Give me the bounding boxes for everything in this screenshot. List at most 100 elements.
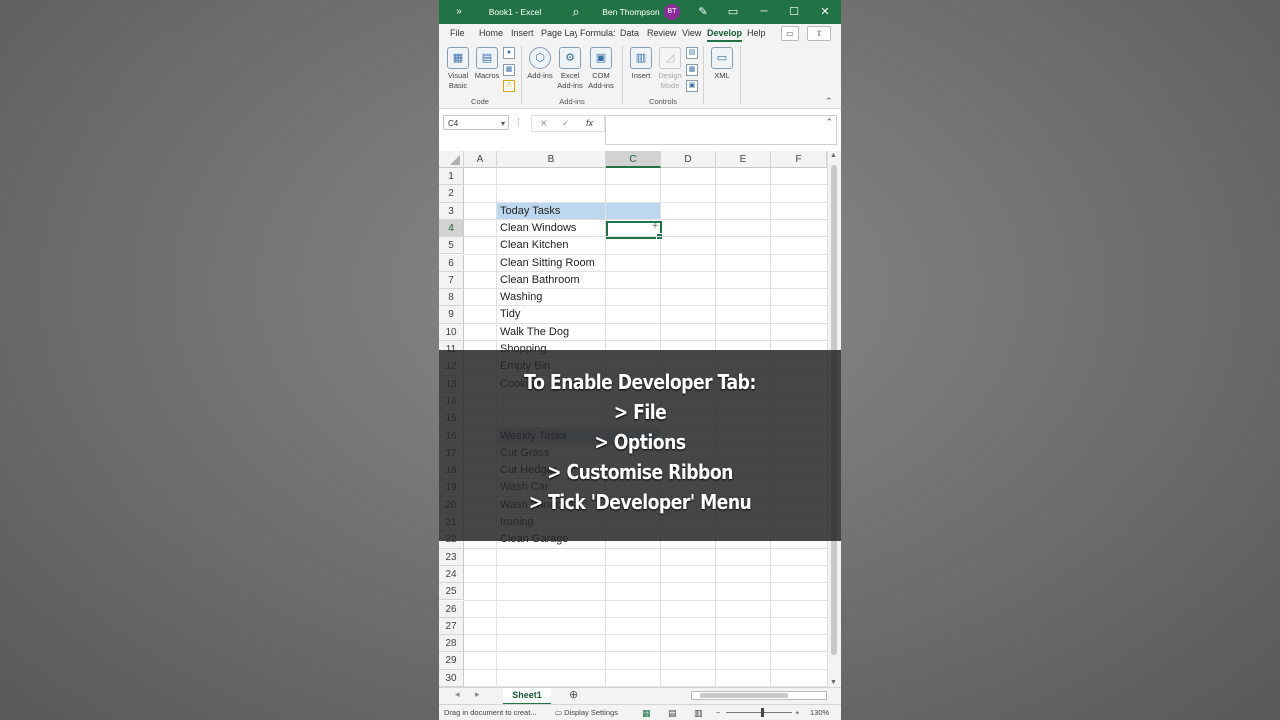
tab-data[interactable]: Data — [620, 24, 642, 42]
gridline — [464, 651, 827, 653]
section-header-cell[interactable]: Today Tasks — [497, 203, 560, 220]
record-macro-icon[interactable]: ● — [503, 47, 515, 59]
properties-icon[interactable]: ▤ — [686, 47, 698, 59]
task-cell[interactable]: Walk The Dog — [497, 324, 569, 341]
sheet-tab-bar: ◂ ▸ Sheet1 ⊕ — [439, 687, 841, 705]
tab-file[interactable]: File — [450, 24, 470, 42]
comments-icon[interactable]: ▭ — [781, 26, 799, 41]
row-header[interactable]: 3 — [439, 202, 464, 220]
group-label-add-ins: Add-ins — [559, 97, 585, 106]
relative-references-icon[interactable]: ▦ — [503, 64, 515, 76]
collapse-ribbon-icon[interactable]: ⌃ — [825, 96, 833, 107]
row-header[interactable]: 5 — [439, 237, 464, 255]
column-header-a[interactable]: A — [464, 151, 497, 168]
name-box[interactable]: C4 ▾ — [443, 115, 509, 130]
page-break-view-icon[interactable]: ▥ — [694, 705, 703, 720]
row-header[interactable]: 6 — [439, 254, 464, 272]
row-header[interactable]: 8 — [439, 289, 464, 307]
visual-basic-button[interactable]: ▦ Visual Basic — [443, 47, 473, 91]
row-header[interactable]: 1 — [439, 168, 464, 186]
sheet-tab-sheet1[interactable]: Sheet1 — [503, 688, 551, 705]
tab-insert[interactable]: Insert — [511, 24, 537, 42]
zoom-in-button[interactable]: + — [795, 705, 799, 720]
gridline — [464, 634, 827, 636]
title-bar: » Book1 - Excel ⌕ Ben Thompson BT ✎ ▭ ─ … — [439, 0, 841, 24]
minimize-button[interactable]: ─ — [755, 0, 773, 24]
design-mode-button[interactable]: ◿ Design Mode — [656, 47, 684, 91]
run-dialog-icon[interactable]: ▣ — [686, 80, 698, 92]
row-header[interactable]: 7 — [439, 271, 464, 290]
zoom-level[interactable]: 130% — [810, 705, 829, 720]
horizontal-scrollbar[interactable] — [691, 691, 827, 700]
macros-button[interactable]: ▤ Macros — [473, 47, 501, 81]
row-header[interactable]: 24 — [439, 565, 464, 584]
page-layout-view-icon[interactable]: ▤ — [668, 705, 677, 720]
com-add-ins-button[interactable]: ▣ COM Add-ins — [586, 47, 616, 91]
scroll-up-icon[interactable]: ▲ — [830, 152, 837, 159]
zoom-out-button[interactable]: − — [716, 705, 720, 720]
task-cell[interactable]: Clean Windows — [497, 220, 576, 237]
column-header-e[interactable]: E — [716, 151, 771, 168]
insert-controls-button[interactable]: ▥ Insert — [628, 47, 654, 81]
cancel-icon[interactable]: ✕ — [540, 116, 548, 131]
pen-icon[interactable]: ✎ — [695, 0, 711, 24]
tab-view[interactable]: View — [682, 24, 704, 42]
task-cell[interactable]: Clean Bathroom — [497, 272, 580, 289]
row-header[interactable]: 4 — [439, 219, 464, 238]
normal-view-icon[interactable]: ▦ — [642, 705, 651, 720]
row-header[interactable]: 25 — [439, 583, 464, 601]
row-header[interactable]: 30 — [439, 669, 464, 687]
task-cell[interactable]: Washing — [497, 289, 542, 306]
quick-access-expand-icon[interactable]: » — [449, 0, 469, 24]
tab-developer[interactable]: Develop — [707, 24, 742, 42]
row-header[interactable]: 2 — [439, 185, 464, 203]
avatar[interactable]: BT — [664, 4, 680, 20]
tab-review[interactable]: Review — [647, 24, 677, 42]
view-code-icon[interactable]: ▦ — [686, 64, 698, 76]
row-header[interactable]: 29 — [439, 652, 464, 670]
tab-help[interactable]: Help — [747, 24, 769, 42]
task-cell[interactable]: Clean Kitchen — [497, 237, 569, 254]
scroll-down-icon[interactable]: ▼ — [830, 679, 837, 686]
display-settings-button[interactable]: ▭ Display Settings — [555, 705, 618, 720]
tab-page-layout[interactable]: Page Lay — [541, 24, 577, 42]
user-name[interactable]: Ben Thompson — [599, 0, 663, 24]
tab-home[interactable]: Home — [479, 24, 505, 42]
insert-function-icon[interactable]: fx — [586, 116, 593, 131]
chevron-down-icon[interactable]: ▾ — [501, 116, 505, 131]
column-header-d[interactable]: D — [661, 151, 716, 168]
previous-sheet-icon[interactable]: ◂ — [455, 689, 460, 700]
search-icon[interactable]: ⌕ — [567, 0, 585, 24]
add-sheet-icon[interactable]: ⊕ — [569, 688, 578, 701]
column-header-f[interactable]: F — [771, 151, 827, 168]
excel-add-ins-button[interactable]: ⚙ Excel Add-ins — [555, 47, 585, 91]
formula-input[interactable]: ⌃ — [605, 115, 837, 145]
share-icon[interactable]: ⇪ — [807, 26, 831, 41]
add-ins-button[interactable]: ⬡ Add-ins — [527, 47, 553, 81]
close-button[interactable]: ✕ — [816, 0, 834, 24]
overlay-line: To Enable Developer Tab: — [524, 370, 756, 394]
row-header[interactable]: 27 — [439, 617, 464, 636]
overlay-line: > Tick 'Developer' Menu — [528, 490, 752, 514]
zoom-slider[interactable] — [726, 712, 792, 713]
ribbon-display-options-icon[interactable]: ▭ — [725, 0, 741, 24]
next-sheet-icon[interactable]: ▸ — [475, 689, 480, 700]
horizontal-scroll-thumb[interactable] — [700, 693, 788, 698]
task-cell[interactable]: Clean Sitting Room — [497, 255, 595, 272]
task-cell[interactable]: Tidy — [497, 306, 520, 323]
column-header-c[interactable]: C — [606, 151, 661, 168]
zoom-slider-thumb[interactable] — [761, 708, 764, 717]
row-header[interactable]: 26 — [439, 600, 464, 618]
row-header[interactable]: 23 — [439, 548, 464, 566]
row-header[interactable]: 9 — [439, 306, 464, 324]
column-header-b[interactable]: B — [497, 151, 606, 168]
expand-formula-bar-icon[interactable]: ⌃ — [825, 117, 833, 128]
macro-security-icon[interactable]: ⚠ — [503, 80, 515, 92]
enter-icon[interactable]: ✓ — [562, 116, 570, 131]
tab-formulas[interactable]: Formula: — [580, 24, 616, 42]
maximize-button[interactable]: ☐ — [785, 0, 803, 24]
xml-button[interactable]: ▭ XML — [709, 47, 735, 81]
row-header[interactable]: 28 — [439, 635, 464, 653]
row-header[interactable]: 10 — [439, 323, 464, 341]
select-all-corner[interactable] — [439, 151, 464, 168]
